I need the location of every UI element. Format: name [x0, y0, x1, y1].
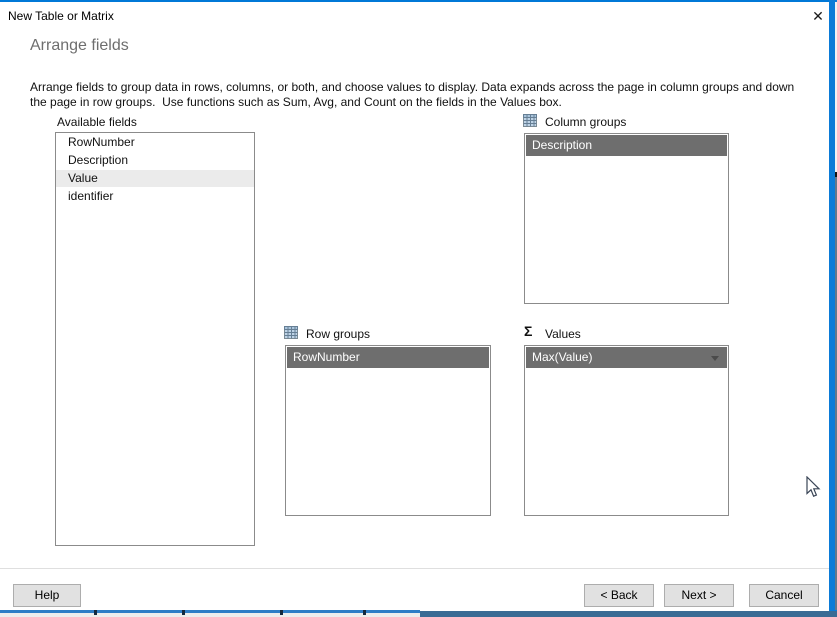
background-bottom-tick	[94, 610, 97, 615]
field-item-identifier[interactable]: identifier	[56, 188, 254, 205]
row-groups-list[interactable]: RowNumber	[285, 345, 491, 516]
background-bottom-tick	[182, 610, 185, 615]
mouse-cursor	[806, 476, 821, 497]
window-title: New Table or Matrix	[8, 9, 114, 23]
values-label: Values	[545, 327, 581, 341]
back-button[interactable]: < Back	[584, 584, 654, 607]
next-button[interactable]: Next >	[664, 584, 734, 607]
screen: New Table or Matrix ✕ Arrange fields Arr…	[0, 0, 837, 617]
close-button[interactable]: ✕	[806, 4, 830, 28]
field-item-value[interactable]: Value	[56, 170, 254, 187]
value-item-label: Max(Value)	[532, 350, 593, 364]
row-groups-grid-icon	[284, 326, 298, 339]
values-list[interactable]: Max(Value)	[524, 345, 729, 516]
column-groups-list[interactable]: Description	[524, 133, 729, 304]
window-top-border	[0, 0, 837, 2]
background-bottom-blue-line	[0, 610, 420, 613]
row-group-item[interactable]: RowNumber	[287, 347, 489, 368]
sigma-icon: Σ	[524, 323, 533, 339]
dropdown-arrow-icon[interactable]	[711, 356, 719, 361]
instructions-text: Arrange fields to group data in rows, co…	[30, 80, 798, 109]
background-window-bottom-edge-right	[420, 611, 837, 617]
page-title: Arrange fields	[30, 37, 129, 54]
background-bottom-tick	[280, 610, 283, 615]
row-groups-label: Row groups	[306, 327, 371, 341]
available-fields-label: Available fields	[57, 115, 137, 129]
cancel-button[interactable]: Cancel	[749, 584, 819, 607]
field-item-description[interactable]: Description	[56, 152, 254, 169]
close-icon: ✕	[812, 8, 824, 24]
background-bottom-tick	[363, 610, 366, 615]
background-window-bottom-edge-left	[0, 610, 420, 617]
field-item-rownumber[interactable]: RowNumber	[56, 134, 254, 151]
column-group-item[interactable]: Description	[526, 135, 727, 156]
column-groups-grid-icon	[523, 114, 537, 127]
footer-divider	[0, 568, 829, 569]
help-button[interactable]: Help	[13, 584, 81, 607]
available-fields-list[interactable]: RowNumber Description Value identifier	[55, 132, 255, 546]
value-item[interactable]: Max(Value)	[526, 347, 727, 368]
column-groups-label: Column groups	[545, 115, 627, 129]
